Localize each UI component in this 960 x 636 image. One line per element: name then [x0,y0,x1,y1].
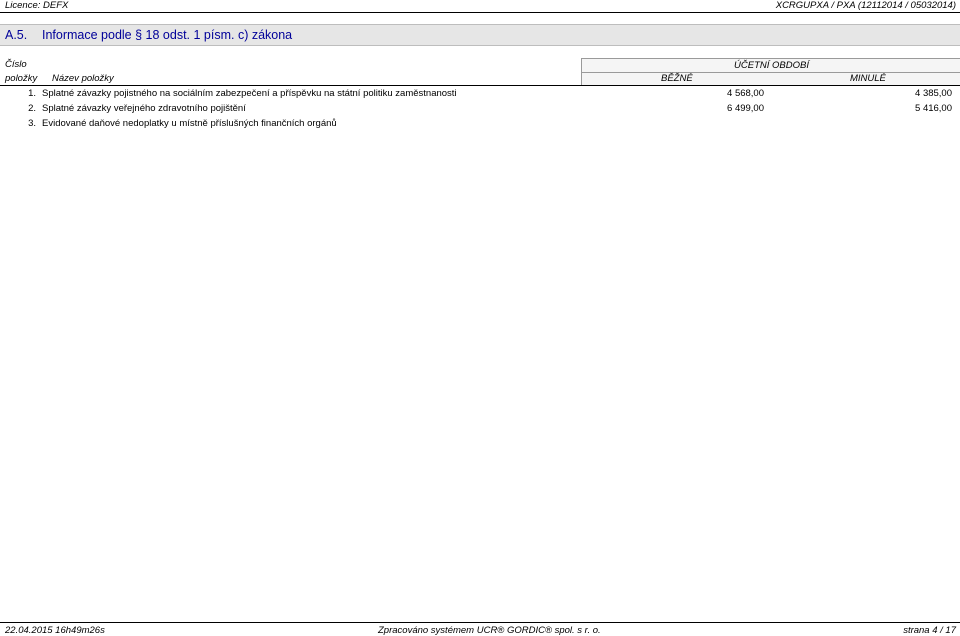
licence-label: Licence: DEFX [5,0,69,11]
header-divider [0,12,960,13]
column-cislo: Číslo [5,59,27,70]
column-current: BĚŽNÉ [661,73,693,84]
footer-processed-by: Zpracováno systémem UCR® GORDIC® spol. s… [378,625,601,636]
row-label: Evidované daňové nedoplatky u místně pří… [42,118,337,129]
footer-divider [0,622,960,623]
column-nazev: Název položky [52,73,114,84]
table-row: 3. Evidované daňové nedoplatky u místně … [0,118,960,133]
section-title: Informace podle § 18 odst. 1 písm. c) zá… [42,28,293,42]
footer-datetime: 22.04.2015 16h49m26s [5,625,105,636]
row-number: 1. [28,88,36,99]
column-period: ÚČETNÍ OBDOBÍ [734,60,809,71]
row-label: Splatné závazky pojistného na sociálním … [42,88,457,99]
period-divider [582,72,960,73]
page-header: Licence: DEFX XCRGUPXA / PXA (12112014 /… [0,0,960,11]
row-label: Splatné závazky veřejného zdravotního po… [42,103,246,114]
footer-page-number: strana 4 / 17 [903,625,956,636]
section-header: A.5. Informace podle § 18 odst. 1 písm. … [0,24,960,46]
table-body: 1. Splatné závazky pojistného na sociáln… [0,88,960,133]
report-code: XCRGUPXA / PXA (12112014 / 05032014) [775,0,956,11]
column-header-divider [0,85,960,86]
column-previous: MINULÉ [850,73,886,84]
period-header-box: ÚČETNÍ OBDOBÍ BĚŽNÉ MINULÉ [581,58,960,86]
row-current-value: 6 499,00 [727,103,764,114]
column-header: Číslo položky Název položky ÚČETNÍ OBDOB… [0,58,960,86]
row-number: 2. [28,103,36,114]
row-previous-value: 4 385,00 [915,88,952,99]
row-previous-value: 5 416,00 [915,103,952,114]
section-code: A.5. [5,28,28,42]
row-number: 3. [28,118,36,129]
table-row: 2. Splatné závazky veřejného zdravotního… [0,103,960,118]
row-current-value: 4 568,00 [727,88,764,99]
column-polozky: položky [5,73,38,84]
table-row: 1. Splatné závazky pojistného na sociáln… [0,88,960,103]
